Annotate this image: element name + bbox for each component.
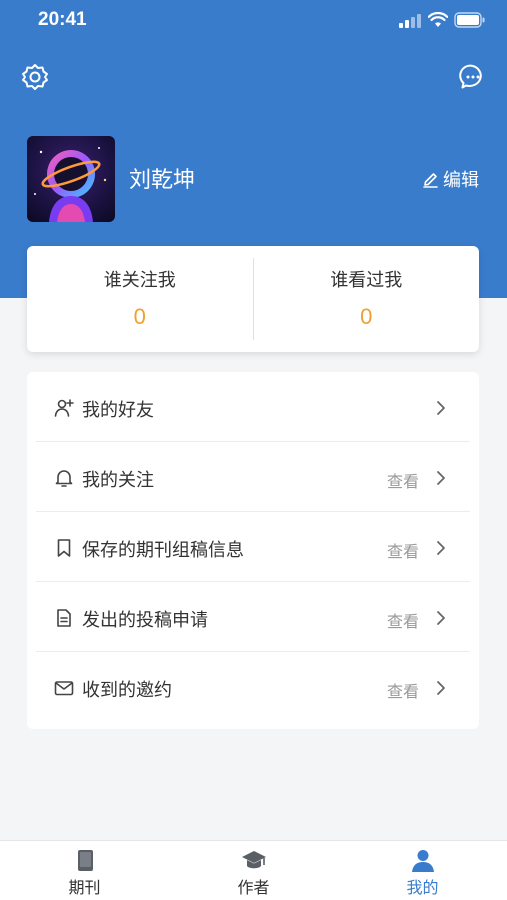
menu-item-saved-journal-calls[interactable]: 保存的期刊组稿信息 查看 (36, 512, 470, 582)
menu-action-view: 查看 (386, 612, 419, 631)
chevron-right-icon (437, 401, 445, 415)
menu-action-view: 查看 (386, 682, 419, 701)
chevron-right-icon (437, 681, 445, 695)
stats-card: 谁关注我 0 谁看过我 0 (27, 246, 479, 352)
menu-label: 我的好友 (82, 400, 154, 421)
tab-journals[interactable]: 期刊 (0, 841, 169, 900)
edit-profile-button[interactable]: 编辑 (422, 166, 479, 192)
stat-value: 0 (360, 304, 373, 329)
status-time: 20:41 (38, 9, 87, 30)
battery-icon (454, 12, 485, 28)
status-bar: 20:41 (0, 0, 507, 44)
graduation-cap-icon (241, 851, 266, 869)
settings-gear-icon[interactable] (20, 62, 50, 92)
book-icon (77, 850, 93, 871)
tab-label: 我的 (406, 878, 439, 897)
chevron-right-icon (437, 541, 445, 555)
astronaut-avatar[interactable] (27, 136, 115, 222)
bottom-tab-bar: 期刊 作者 我的 (0, 840, 507, 900)
menu-label: 保存的期刊组稿信息 (82, 540, 244, 561)
menu-item-my-friends[interactable]: 我的好友 (36, 372, 470, 442)
bell-icon (55, 470, 73, 487)
mail-icon (54, 681, 74, 696)
signal-icon (399, 14, 423, 28)
menu-list: 我的好友 我的关注 查看 保存的期刊组稿信息 查看 发出的投稿申请 查看 收到的… (27, 372, 479, 729)
tab-label: 作者 (237, 878, 270, 897)
menu-item-received-invitations[interactable]: 收到的邀约 查看 (36, 652, 470, 722)
stat-label: 谁看过我 (330, 270, 403, 291)
menu-label: 我的关注 (82, 470, 154, 491)
bookmark-icon (57, 539, 71, 557)
menu-label: 发出的投稿申请 (82, 610, 208, 631)
document-icon (57, 609, 71, 627)
menu-action-view: 查看 (386, 472, 419, 491)
stat-followers[interactable]: 谁关注我 0 (27, 246, 253, 352)
menu-item-sent-submissions[interactable]: 发出的投稿申请 查看 (36, 582, 470, 652)
chat-bubble-icon[interactable] (458, 62, 488, 92)
chevron-right-icon (437, 471, 445, 485)
wifi-icon (428, 12, 448, 27)
menu-action-view: 查看 (386, 542, 419, 561)
edit-label: 编辑 (443, 170, 479, 191)
person-icon (411, 850, 434, 872)
menu-label: 收到的邀约 (82, 680, 172, 701)
user-name: 刘乾坤 (129, 168, 196, 193)
chevron-right-icon (437, 611, 445, 625)
tab-me[interactable]: 我的 (338, 841, 507, 900)
stat-label: 谁关注我 (103, 270, 176, 291)
stat-profile-visitors[interactable]: 谁看过我 0 (254, 246, 480, 352)
pencil-icon (423, 172, 438, 188)
tab-label: 期刊 (68, 878, 101, 897)
add-user-icon (54, 399, 74, 417)
stat-value: 0 (133, 304, 146, 329)
tab-authors[interactable]: 作者 (169, 841, 338, 900)
menu-item-my-follows[interactable]: 我的关注 查看 (36, 442, 470, 512)
